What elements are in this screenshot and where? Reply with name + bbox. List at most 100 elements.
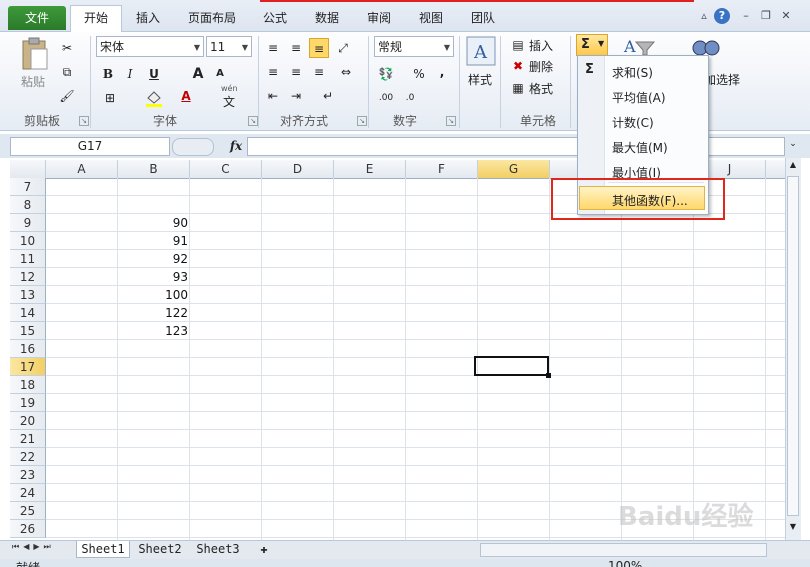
fill-handle[interactable] [546, 373, 551, 378]
tab-file[interactable]: 文件 [8, 6, 66, 30]
sheet-nav-icon[interactable]: ⏮◀▶⏭ [12, 542, 55, 552]
border-icon[interactable]: ⊞ [100, 88, 120, 108]
format-painter-icon[interactable]: 🖌 [57, 86, 77, 106]
phonetic-button[interactable]: 文 [223, 93, 235, 110]
grow-font-button[interactable]: A [188, 64, 208, 84]
scroll-thumb[interactable] [787, 176, 799, 516]
row-header-9[interactable]: 9 [10, 214, 46, 232]
styles-icon[interactable]: A [466, 36, 496, 68]
find-select-label[interactable]: 加选择 [704, 71, 740, 88]
format-cells-label[interactable]: 格式 [529, 80, 553, 97]
align-right-icon[interactable]: ≡ [309, 62, 329, 82]
row-header-25[interactable]: 25 [10, 502, 46, 520]
row-header-18[interactable]: 18 [10, 376, 46, 394]
tab-team[interactable]: 团队 [463, 6, 503, 30]
cell-b15[interactable]: 123 [118, 322, 190, 340]
scroll-down-icon[interactable]: ▼ [787, 522, 799, 534]
cell-b10[interactable]: 91 [118, 232, 190, 250]
cut-icon[interactable]: ✂ [57, 38, 77, 58]
row-header-11[interactable]: 11 [10, 250, 46, 268]
window-restore-icon[interactable]: ❐ [758, 9, 774, 23]
select-all-corner[interactable] [10, 160, 46, 178]
cell-b14[interactable]: 122 [118, 304, 190, 322]
increase-decimal-icon[interactable]: .00 [376, 88, 396, 108]
row-header-17[interactable]: 17 [10, 358, 46, 376]
alignment-launcher-icon[interactable]: ↘ [357, 116, 367, 126]
autosum-button[interactable]: Σ ▼ [576, 34, 608, 56]
decrease-decimal-icon[interactable]: .0 [400, 88, 420, 108]
italic-button[interactable]: I [120, 64, 140, 84]
new-sheet-icon[interactable]: ✚ [256, 541, 272, 557]
name-box[interactable]: G17 [10, 137, 170, 156]
tab-home[interactable]: 开始 [70, 5, 122, 32]
sheet-tab-3[interactable]: Sheet3 [192, 541, 244, 557]
menu-item-count[interactable]: 计数(C) [612, 114, 654, 131]
column-header-e[interactable]: E [334, 160, 406, 178]
font-launcher-icon[interactable]: ↘ [248, 116, 258, 126]
cell-b13[interactable]: 100 [118, 286, 190, 304]
row-header-19[interactable]: 19 [10, 394, 46, 412]
window-close-icon[interactable]: ✕ [778, 9, 794, 23]
row-header-26[interactable]: 26 [10, 520, 46, 538]
name-box-splitter[interactable] [172, 138, 214, 156]
format-cells-icon[interactable]: ▦ [508, 78, 528, 98]
insert-function-icon[interactable]: fx [226, 137, 246, 156]
column-header-c[interactable]: C [190, 160, 262, 178]
window-minimize-icon[interactable]: – [738, 9, 754, 23]
font-size-combo[interactable]: 11 ▼ [206, 36, 252, 57]
row-header-14[interactable]: 14 [10, 304, 46, 322]
tab-insert[interactable]: 插入 [128, 6, 168, 30]
merge-center-icon[interactable]: ⇔ [336, 62, 356, 82]
paste-label[interactable]: 粘贴 [21, 73, 45, 90]
help-icon[interactable]: ? [714, 8, 730, 24]
row-header-16[interactable]: 16 [10, 340, 46, 358]
align-middle-icon[interactable]: ≡ [286, 38, 306, 58]
row-header-15[interactable]: 15 [10, 322, 46, 340]
align-left-icon[interactable]: ≡ [263, 62, 283, 82]
cell-b9[interactable]: 90 [118, 214, 190, 232]
row-header-23[interactable]: 23 [10, 466, 46, 484]
bold-button[interactable]: B [98, 64, 118, 84]
insert-cells-icon[interactable]: ▤ [508, 35, 528, 55]
increase-indent-icon[interactable]: ⇥ [286, 86, 306, 106]
column-header-d[interactable]: D [262, 160, 334, 178]
column-header-g[interactable]: G [478, 160, 550, 178]
column-header-a[interactable]: A [46, 160, 118, 178]
row-header-7[interactable]: 7 [10, 178, 46, 196]
column-header-f[interactable]: F [406, 160, 478, 178]
sheet-tab-2[interactable]: Sheet2 [134, 541, 186, 557]
align-top-icon[interactable]: ≡ [263, 38, 283, 58]
number-launcher-icon[interactable]: ↘ [446, 116, 456, 126]
row-header-24[interactable]: 24 [10, 484, 46, 502]
tab-data[interactable]: 数据 [307, 6, 347, 30]
menu-item-max[interactable]: 最大值(M) [612, 139, 668, 156]
row-header-10[interactable]: 10 [10, 232, 46, 250]
paste-icon[interactable] [20, 37, 50, 71]
row-header-12[interactable]: 12 [10, 268, 46, 286]
tab-review[interactable]: 审阅 [359, 6, 399, 30]
decrease-indent-icon[interactable]: ⇤ [263, 86, 283, 106]
menu-item-sum[interactable]: 求和(S) [612, 64, 653, 81]
fill-color-icon[interactable] [144, 88, 164, 108]
tab-view[interactable]: 视图 [411, 6, 451, 30]
align-bottom-icon[interactable]: ≡ [309, 38, 329, 58]
row-header-13[interactable]: 13 [10, 286, 46, 304]
active-cell-border[interactable] [474, 356, 549, 376]
row-header-8[interactable]: 8 [10, 196, 46, 214]
sheet-tab-1[interactable]: Sheet1 [76, 541, 130, 558]
tab-formulas[interactable]: 公式 [255, 6, 295, 30]
expand-formula-icon[interactable]: ⌄ [787, 139, 799, 153]
scroll-up-icon[interactable]: ▲ [787, 160, 799, 172]
tab-page-layout[interactable]: 页面布局 [180, 6, 244, 30]
styles-label[interactable]: 样式 [468, 71, 492, 88]
menu-item-average[interactable]: 平均值(A) [612, 89, 666, 106]
font-name-combo[interactable]: 宋体 ▼ [96, 36, 204, 57]
percent-button[interactable]: % [409, 64, 429, 84]
ribbon-minimize-icon[interactable]: ▵ [696, 9, 712, 23]
row-header-22[interactable]: 22 [10, 448, 46, 466]
row-header-20[interactable]: 20 [10, 412, 46, 430]
clipboard-launcher-icon[interactable]: ↘ [79, 116, 89, 126]
comma-button[interactable]: , [432, 62, 452, 82]
currency-icon[interactable]: 💱 [376, 64, 396, 84]
column-header-b[interactable]: B [118, 160, 190, 178]
